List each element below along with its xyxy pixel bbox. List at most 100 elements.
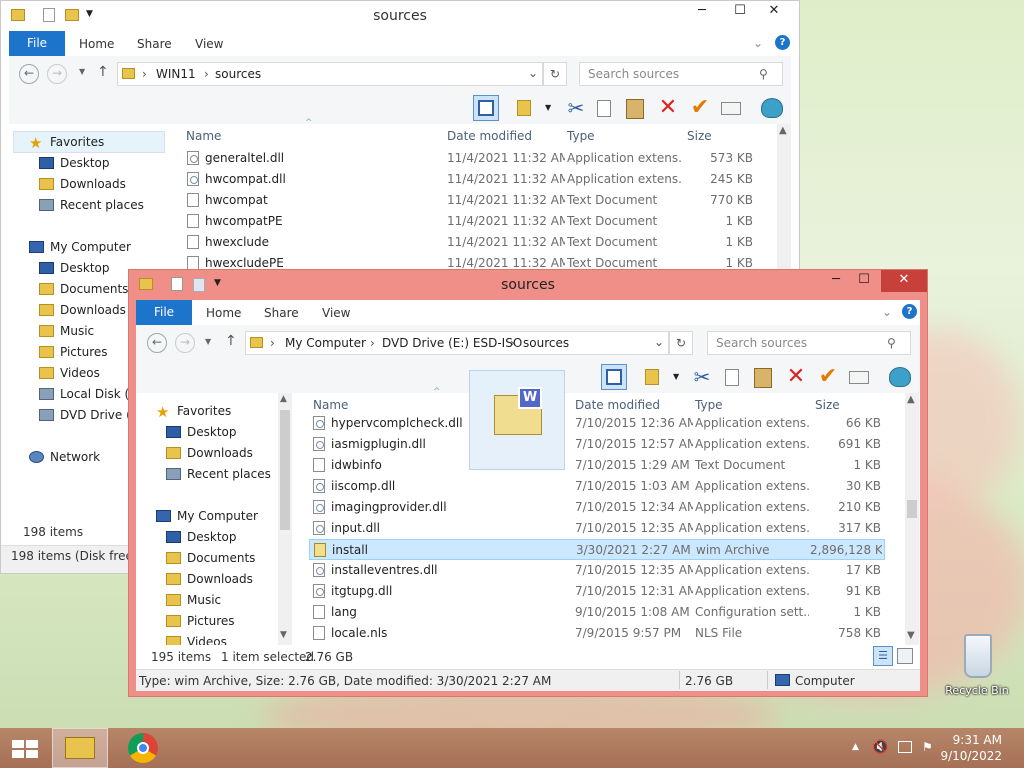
vertical-scrollbar[interactable] — [777, 124, 791, 272]
table-row[interactable]: hwcompat 11/4/2021 11:32 AM Text Documen… — [181, 190, 781, 211]
back-button[interactable]: ← — [19, 64, 39, 84]
rename-icon[interactable]: ✔ — [687, 96, 713, 122]
nav-local-disk[interactable]: Local Disk (C: — [39, 387, 142, 401]
select-icon[interactable] — [847, 365, 873, 391]
column-name[interactable]: Name — [313, 398, 348, 412]
forward-button[interactable]: → — [47, 64, 67, 84]
nav-favorites[interactable]: ★ Favorites — [156, 404, 231, 420]
address-dropdown-icon[interactable]: ⌄ — [528, 66, 538, 80]
details-view-icon[interactable]: ☰ — [873, 646, 893, 666]
select-icon[interactable] — [719, 96, 745, 122]
shell-icon[interactable] — [759, 96, 785, 122]
nav-network[interactable]: Network — [29, 450, 100, 464]
refresh-button[interactable]: ↻ — [543, 62, 567, 86]
table-row[interactable]: installeventres.dll 7/10/2015 12:35 AM A… — [309, 560, 885, 581]
recent-locations-icon[interactable]: ▼ — [79, 67, 85, 76]
paste-icon[interactable] — [623, 96, 649, 122]
nav-downloads[interactable]: Downloads — [39, 177, 126, 191]
nav-downloads[interactable]: Downloads — [166, 446, 253, 460]
home-tab[interactable]: Home — [206, 306, 241, 320]
vertical-scrollbar[interactable] — [905, 393, 919, 645]
breadcrumb-dvd-drive[interactable]: DVD Drive (E:) ESD-ISO — [382, 336, 522, 350]
network-icon[interactable] — [898, 741, 912, 753]
nav-pc-pictures[interactable]: Pictures — [39, 345, 108, 359]
breadcrumb-separator-icon[interactable]: › — [510, 336, 515, 350]
properties-icon[interactable] — [513, 96, 539, 122]
close-button[interactable]: ✕ — [881, 270, 927, 292]
home-tab[interactable]: Home — [79, 37, 114, 51]
nav-pc-downloads[interactable]: Downloads — [166, 572, 253, 586]
nav-scroll-up-icon[interactable]: ▲ — [280, 394, 287, 404]
nav-pc-documents[interactable]: Documents — [39, 282, 128, 296]
properties-dropdown-icon[interactable]: ▼ — [673, 372, 679, 381]
file-tab[interactable]: File — [9, 31, 65, 56]
table-row[interactable]: locale.nls 7/9/2015 9:57 PM NLS File 758… — [309, 623, 885, 643]
copy-icon[interactable] — [593, 96, 619, 122]
table-row[interactable]: generaltel.dll 11/4/2021 11:32 AM Applic… — [181, 148, 781, 169]
column-name[interactable]: Name — [186, 129, 221, 143]
refresh-button[interactable]: ↻ — [669, 331, 693, 355]
cut-icon[interactable]: ✂ — [689, 365, 715, 391]
taskbar-chrome[interactable] — [116, 728, 172, 768]
shell-icon[interactable] — [887, 365, 913, 391]
search-icon[interactable]: ⚲ — [759, 67, 768, 81]
show-hidden-icons-icon[interactable]: ▲ — [852, 742, 859, 752]
properties-dropdown-icon[interactable]: ▼ — [545, 103, 551, 112]
maximize-button[interactable]: ☐ — [727, 1, 753, 23]
breadcrumb-separator-icon[interactable]: › — [204, 67, 209, 81]
preview-pane-icon[interactable] — [473, 95, 499, 121]
table-row[interactable]: hypervcomplcheck.dll 7/10/2015 12:36 AM … — [309, 413, 885, 434]
table-row[interactable]: iiscomp.dll 7/10/2015 1:03 AM Applicatio… — [309, 476, 885, 497]
table-row[interactable]: idwbinfo 7/10/2015 1:29 AM Text Document… — [309, 455, 885, 476]
table-row[interactable]: imagingprovider.dll 7/10/2015 12:34 AM A… — [309, 497, 885, 518]
table-row[interactable]: hwcompatPE 11/4/2021 11:32 AM Text Docum… — [181, 211, 781, 232]
recycle-bin-shortcut[interactable]: Recycle Bin — [940, 630, 1014, 702]
taskbar-file-explorer[interactable] — [52, 728, 108, 768]
maximize-button[interactable]: ☐ — [851, 270, 877, 292]
minimize-button[interactable]: ─ — [689, 1, 715, 23]
view-tab[interactable]: View — [322, 306, 350, 320]
nav-pc-desktop[interactable]: Desktop — [166, 530, 237, 544]
breadcrumb-separator-icon[interactable]: › — [142, 67, 147, 81]
search-input[interactable]: Search sources — [707, 331, 911, 355]
nav-pc-videos[interactable]: Videos — [166, 635, 227, 645]
table-row[interactable]: lang 9/10/2015 1:08 AM Configuration set… — [309, 602, 885, 623]
action-center-flag-icon[interactable]: ⚑ — [922, 740, 933, 754]
large-icons-view-icon[interactable] — [897, 648, 913, 664]
volume-muted-icon[interactable]: 🔇 — [872, 740, 888, 755]
nav-scroll-thumb[interactable] — [280, 410, 290, 530]
column-date-modified[interactable]: Date modified — [575, 398, 660, 412]
table-row[interactable]: itgtupg.dll 7/10/2015 12:31 AM Applicati… — [309, 581, 885, 602]
search-icon[interactable]: ⚲ — [887, 336, 896, 350]
table-row[interactable]: iasmigplugin.dll 7/10/2015 12:57 AM Appl… — [309, 434, 885, 455]
nav-my-computer[interactable]: My Computer — [156, 509, 258, 523]
column-size[interactable]: Size — [815, 398, 840, 412]
breadcrumb-win11[interactable]: WIN11 — [156, 67, 196, 81]
forward-button[interactable]: → — [175, 333, 195, 353]
column-type[interactable]: Type — [695, 398, 723, 412]
scroll-up-icon[interactable]: ▲ — [779, 125, 787, 136]
share-tab[interactable]: Share — [264, 306, 299, 320]
nav-recent-places[interactable]: Recent places — [39, 198, 144, 212]
scroll-thumb[interactable] — [907, 500, 917, 518]
search-input[interactable]: Search sources — [579, 62, 783, 86]
nav-pc-music[interactable]: Music — [39, 324, 94, 338]
breadcrumb-sources[interactable]: sources — [215, 67, 261, 81]
delete-icon[interactable]: ✕ — [655, 96, 681, 122]
nav-recent-places[interactable]: Recent places — [166, 467, 271, 481]
nav-favorites[interactable]: ★ Favorites — [29, 135, 104, 151]
address-bar[interactable]: › My Computer › DVD Drive (E:) ESD-ISO ›… — [245, 331, 669, 355]
breadcrumb-sources[interactable]: sources — [523, 336, 569, 350]
nav-pc-pictures[interactable]: Pictures — [166, 614, 235, 628]
cut-icon[interactable]: ✂ — [563, 96, 589, 122]
column-size[interactable]: Size — [687, 129, 712, 143]
nav-desktop[interactable]: Desktop — [166, 425, 237, 439]
nav-scroll-down-icon[interactable]: ▼ — [280, 630, 287, 640]
nav-pc-documents[interactable]: Documents — [166, 551, 255, 565]
breadcrumb-separator-icon[interactable]: › — [270, 336, 275, 350]
recent-locations-icon[interactable]: ▼ — [205, 337, 211, 346]
close-button[interactable]: ✕ — [757, 1, 791, 23]
help-icon[interactable]: ? — [902, 304, 917, 319]
view-tab[interactable]: View — [195, 37, 223, 51]
column-type[interactable]: Type — [567, 129, 595, 143]
